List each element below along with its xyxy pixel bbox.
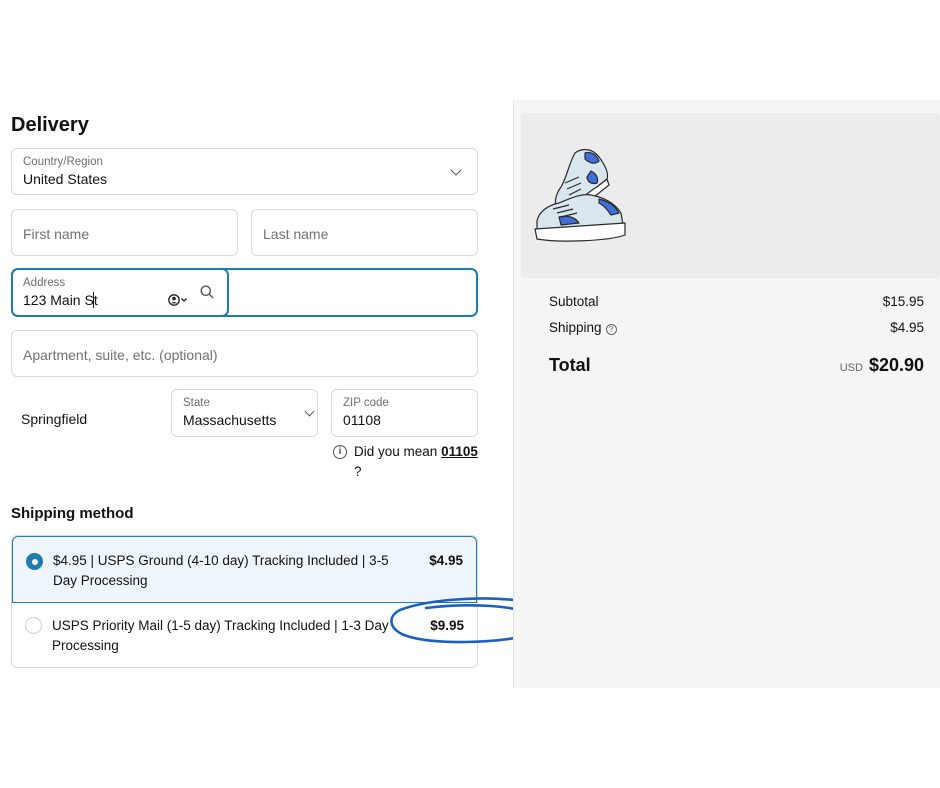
address-value: 123 Main St (23, 292, 98, 308)
text-cursor (93, 292, 94, 308)
shipping-option-price: $4.95 (429, 553, 463, 568)
address-label: Address (23, 277, 66, 289)
city-field[interactable]: Springfield (21, 411, 87, 427)
zip-suggestion-link[interactable]: 01105 (441, 444, 478, 459)
subtotal-label: Subtotal (549, 294, 599, 309)
total-value: $20.90 (868, 355, 924, 375)
shipping-label: Shipping (549, 320, 602, 335)
search-icon[interactable] (200, 285, 214, 299)
checkout-form: Delivery Country/Region United States Fi… (0, 0, 513, 788)
subtotal-row: Subtotal $15.95 (549, 294, 924, 309)
shipping-row: Shipping? $4.95 (549, 320, 924, 335)
shipping-option-label: USPS Priority Mail (1-5 day) Tracking In… (52, 618, 389, 653)
shipping-value: $4.95 (890, 320, 924, 335)
state-label: State (183, 397, 210, 409)
shipping-options: $4.95 | USPS Ground (4-10 day) Tracking … (11, 535, 478, 668)
delivery-heading: Delivery (11, 114, 89, 136)
apartment-placeholder: Apartment, suite, etc. (optional) (23, 347, 218, 363)
shipping-option-label: $4.95 | USPS Ground (4-10 day) Tracking … (53, 553, 389, 588)
shipping-option-priority[interactable]: USPS Priority Mail (1-5 day) Tracking In… (12, 603, 477, 667)
contact-icon[interactable] (168, 293, 190, 307)
chevron-down-icon (450, 164, 462, 176)
sneakers-illustration (534, 148, 626, 242)
currency-code: USD (839, 362, 863, 374)
shipping-option-price: $9.95 (430, 618, 464, 633)
subtotal-value: $15.95 (882, 294, 924, 309)
last-name-placeholder: Last name (263, 226, 329, 242)
first-name-placeholder: First name (23, 226, 90, 242)
total-label: Total (549, 355, 591, 375)
country-label: Country/Region (23, 156, 103, 168)
zip-value: 01108 (343, 412, 381, 428)
apartment-field[interactable]: Apartment, suite, etc. (optional) (11, 330, 478, 377)
info-icon: i (333, 445, 347, 459)
total-row: Total USD $20.90 (549, 355, 924, 376)
shipping-option-ground[interactable]: $4.95 | USPS Ground (4-10 day) Tracking … (12, 536, 477, 603)
address-field[interactable]: Address 123 Main St (11, 268, 229, 317)
country-select[interactable]: Country/Region United States (11, 148, 478, 195)
state-select[interactable]: State Massachusetts (171, 389, 318, 437)
zip-label: ZIP code (343, 397, 389, 409)
radio-selected[interactable] (26, 553, 43, 570)
first-name-field[interactable]: First name (11, 209, 238, 256)
last-name-field[interactable]: Last name (251, 209, 478, 256)
shipping-method-heading: Shipping method (11, 505, 134, 522)
country-value: United States (23, 171, 108, 187)
zip-suggestion-prefix: Did you mean (354, 444, 438, 459)
state-value: Massachusetts (183, 412, 277, 428)
zip-suggestion-suffix: ? (354, 464, 362, 479)
question-circle-icon[interactable]: ? (605, 324, 617, 335)
radio-unselected[interactable] (25, 617, 42, 634)
zip-field[interactable]: ZIP code 01108 (331, 389, 478, 437)
chevron-down-icon (304, 406, 315, 417)
